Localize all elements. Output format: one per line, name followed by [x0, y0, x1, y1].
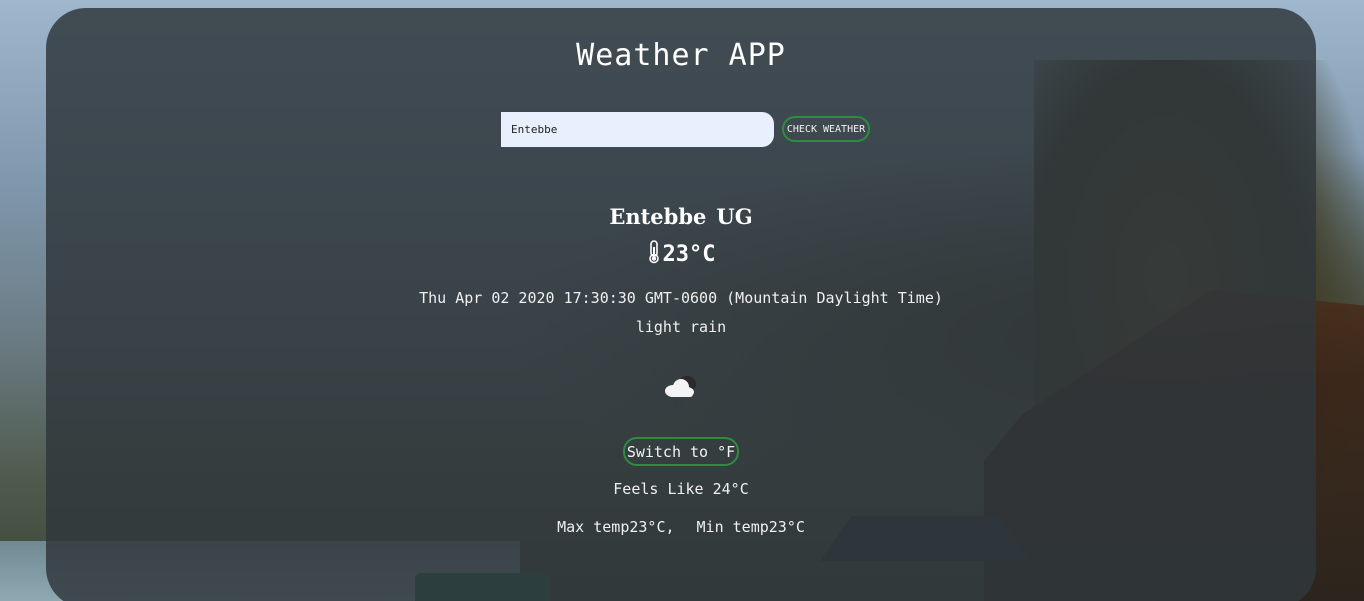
min-temp-label: Min temp	[696, 518, 769, 536]
thermometer-icon	[647, 240, 661, 270]
feels-like: Feels Like 24°C	[46, 480, 1316, 498]
weather-description: light rain	[635, 318, 727, 336]
date-time: Thu Apr 02 2020 17:30:30 GMT-0600 (Mount…	[419, 289, 943, 307]
weather-panel: Weather APP CHECK WEATHER Entebbe UG 23°C…	[46, 8, 1316, 601]
feels-like-label: Feels Like	[613, 480, 704, 498]
max-temp-value: 23°C,	[629, 518, 675, 536]
current-temperature: 23°C	[46, 240, 1316, 270]
feels-like-value: 24°C	[712, 480, 749, 498]
location-heading: Entebbe UG	[46, 204, 1316, 229]
max-temp-label: Max temp	[557, 518, 630, 536]
country-code: UG	[716, 204, 753, 229]
city-search-input[interactable]	[501, 112, 774, 147]
city-name: Entebbe	[609, 204, 707, 229]
switch-units-button[interactable]: Switch to °F	[623, 437, 739, 466]
rain-cloud-icon	[661, 370, 701, 408]
min-temp-value: 23°C	[768, 518, 805, 536]
app-title: Weather APP	[576, 38, 786, 73]
temperature-value: 23°C	[662, 242, 716, 267]
check-weather-button[interactable]: CHECK WEATHER	[782, 116, 870, 142]
min-max-temperature: Max temp23°C, Min temp23°C	[46, 518, 1316, 536]
